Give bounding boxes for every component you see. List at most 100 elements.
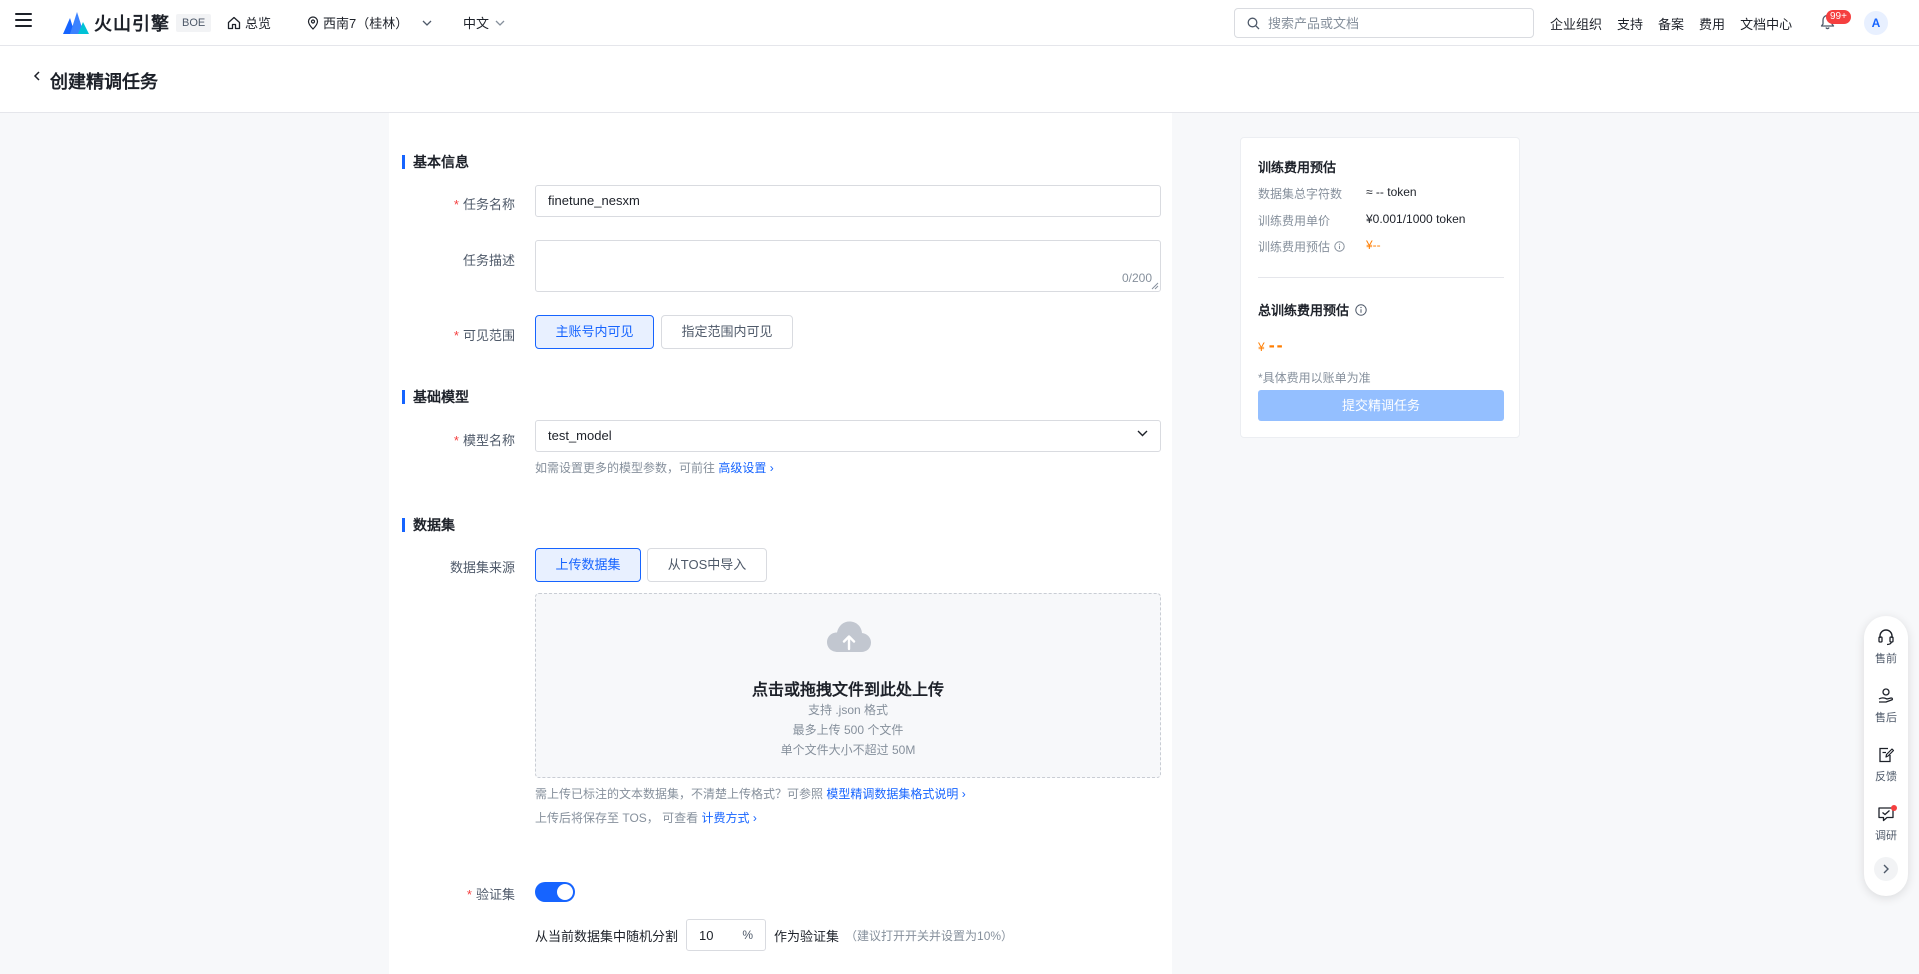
split-percent-input[interactable]: 10 % <box>686 919 767 951</box>
global-search[interactable] <box>1234 8 1534 38</box>
section-basic-info: 基本信息 <box>402 155 469 169</box>
model-help-text: 如需设置更多的模型参数，可前往 高级设置 › <box>535 461 774 475</box>
split-percent-value: 10 <box>699 927 714 943</box>
validation-split-row: 从当前数据集中随机分割 10 % 作为验证集 （建议打开开关并设置为10%） <box>535 919 1013 951</box>
feedback-edit-icon <box>1879 747 1895 763</box>
nav-overview-label: 总览 <box>245 16 272 31</box>
region-label: 西南7（桂林） <box>323 16 409 31</box>
task-name-label: * 任务名称 <box>453 197 515 212</box>
model-name-value: test_model <box>548 428 612 443</box>
dataset-source-label: 数据集来源 <box>449 560 515 575</box>
float-aftersales[interactable]: 售后 <box>1864 687 1908 725</box>
cost-row-label: 训练费用单价 <box>1258 214 1331 228</box>
dataset-billing-help: 上传后将保存至 TOS， 可查看 计费方式 › <box>535 811 757 825</box>
headset-icon <box>1878 629 1894 646</box>
validation-set-label: * 验证集 <box>466 887 515 902</box>
volcano-logo-icon <box>63 12 89 34</box>
split-suffix-text: 作为验证集 <box>774 928 840 944</box>
resize-handle-icon[interactable] <box>1151 282 1159 290</box>
home-icon <box>227 16 241 29</box>
location-pin-icon <box>307 15 319 30</box>
unread-dot <box>1891 805 1897 811</box>
submit-finetune-button[interactable]: 提交精调任务 <box>1258 390 1504 421</box>
link-support[interactable]: 支持 <box>1617 14 1643 33</box>
visibility-option-specified-scope[interactable]: 指定范围内可见 <box>661 315 793 349</box>
top-navigation-bar: 火山引擎 BOE 总览 西南7（桂林） 中文 企业组织 支持 备案 费用 文档中… <box>0 0 1919 46</box>
cost-row-value: ≈ -- token <box>1366 185 1417 199</box>
total-cost-title: 总训练费用预估 <box>1258 300 1367 319</box>
service-hand-icon <box>1878 688 1894 703</box>
user-avatar[interactable]: A <box>1864 11 1888 35</box>
info-icon[interactable] <box>1334 241 1345 252</box>
section-base-model: 基础模型 <box>402 390 469 404</box>
toggle-knob <box>557 884 573 900</box>
language-selector[interactable]: 中文 <box>463 13 505 32</box>
hamburger-menu-icon[interactable] <box>15 13 32 27</box>
divider <box>1258 277 1504 278</box>
language-label: 中文 <box>463 16 490 31</box>
cost-estimate-card: 训练费用预估 数据集总字符数 ≈ -- token 训练费用单价 ¥0.001/… <box>1240 137 1520 438</box>
model-name-select[interactable]: test_model <box>535 420 1161 452</box>
brand-logo[interactable]: 火山引擎 <box>63 11 170 35</box>
cloud-upload-icon <box>827 621 871 652</box>
task-name-input[interactable]: finetune_nesxm <box>535 185 1161 217</box>
dataset-source-upload[interactable]: 上传数据集 <box>535 548 641 582</box>
dataset-format-help: 需上传已标注的文本数据集，不清楚上传格式？可参照 模型精调数据集格式说明 › <box>535 787 966 801</box>
search-input[interactable] <box>1268 15 1518 31</box>
upload-count-hint: 最多上传 500 个文件 <box>792 723 904 737</box>
file-upload-dropzone[interactable]: 点击或拖拽文件到此处上传 支持 .json 格式 最多上传 500 个文件 单个… <box>535 593 1161 778</box>
billing-method-link[interactable]: 计费方式 › <box>701 811 756 825</box>
visibility-label: * 可见范围 <box>453 328 515 343</box>
section-dataset: 数据集 <box>402 518 455 532</box>
search-icon <box>1247 17 1260 29</box>
cost-row-label-estimate: 训练费用预估 <box>1258 238 1345 255</box>
task-desc-textarea[interactable]: 0/200 <box>535 240 1161 292</box>
float-feedback[interactable]: 反馈 <box>1864 746 1908 784</box>
cost-row-value: ¥0.001/1000 token <box>1366 212 1466 226</box>
env-badge: BOE <box>176 14 212 32</box>
model-name-label: * 模型名称 <box>453 433 515 448</box>
page-header: 创建精调任务 <box>0 46 1919 113</box>
floating-service-bar: 售前 售后 反馈 调研 <box>1864 616 1908 896</box>
float-presales[interactable]: 售前 <box>1864 628 1908 666</box>
link-billing[interactable]: 费用 <box>1699 14 1725 33</box>
chevron-down-icon <box>495 20 505 26</box>
chevron-down-icon <box>1137 430 1148 437</box>
float-presales-label: 售前 <box>1875 653 1897 665</box>
link-filing[interactable]: 备案 <box>1658 14 1684 33</box>
visibility-option-main-account[interactable]: 主账号内可见 <box>535 315 654 349</box>
link-enterprise-org[interactable]: 企业组织 <box>1550 14 1602 33</box>
float-survey-label: 调研 <box>1875 830 1897 842</box>
notification-count-badge: 99+ <box>1826 10 1851 24</box>
cost-card-title: 训练费用预估 <box>1258 160 1337 175</box>
upload-size-hint: 单个文件大小不超过 50M <box>780 743 916 757</box>
float-expand-button[interactable] <box>1874 857 1898 881</box>
split-recommendation-note: （建议打开开关并设置为10%） <box>845 928 1014 943</box>
task-desc-label: 任务描述 <box>462 253 515 268</box>
task-desc-char-count: 0/200 <box>1121 271 1152 285</box>
chevron-down-icon <box>422 20 432 26</box>
page-title: 创建精调任务 <box>50 72 158 92</box>
float-aftersales-label: 售后 <box>1875 712 1897 724</box>
upload-format-hint: 支持 .json 格式 <box>807 703 889 717</box>
float-survey[interactable]: 调研 <box>1864 805 1908 843</box>
upload-title: 点击或拖拽文件到此处上传 <box>751 682 944 699</box>
percent-unit: % <box>742 928 754 942</box>
dataset-source-tos[interactable]: 从TOS中导入 <box>647 548 767 582</box>
split-prefix-text: 从当前数据集中随机分割 <box>535 928 679 944</box>
nav-overview[interactable]: 总览 <box>227 13 271 32</box>
cost-disclaimer: *具体费用以账单为准 <box>1258 371 1371 385</box>
advanced-settings-link[interactable]: 高级设置 › <box>718 461 773 475</box>
info-icon[interactable] <box>1355 303 1367 316</box>
region-selector[interactable]: 西南7（桂林） <box>307 13 432 32</box>
cost-row-value: ¥-- <box>1366 238 1381 252</box>
link-docs-center[interactable]: 文档中心 <box>1740 14 1792 33</box>
back-arrow-icon[interactable] <box>33 70 41 82</box>
cost-row-label: 数据集总字符数 <box>1258 187 1343 201</box>
chevron-right-icon <box>1883 864 1889 874</box>
dataset-format-doc-link[interactable]: 模型精调数据集格式说明 › <box>826 787 965 801</box>
total-cost-value: ¥ -- <box>1258 335 1285 355</box>
validation-set-toggle[interactable] <box>535 882 575 902</box>
brand-name: 火山引擎 <box>94 14 170 34</box>
float-feedback-label: 反馈 <box>1875 771 1897 783</box>
